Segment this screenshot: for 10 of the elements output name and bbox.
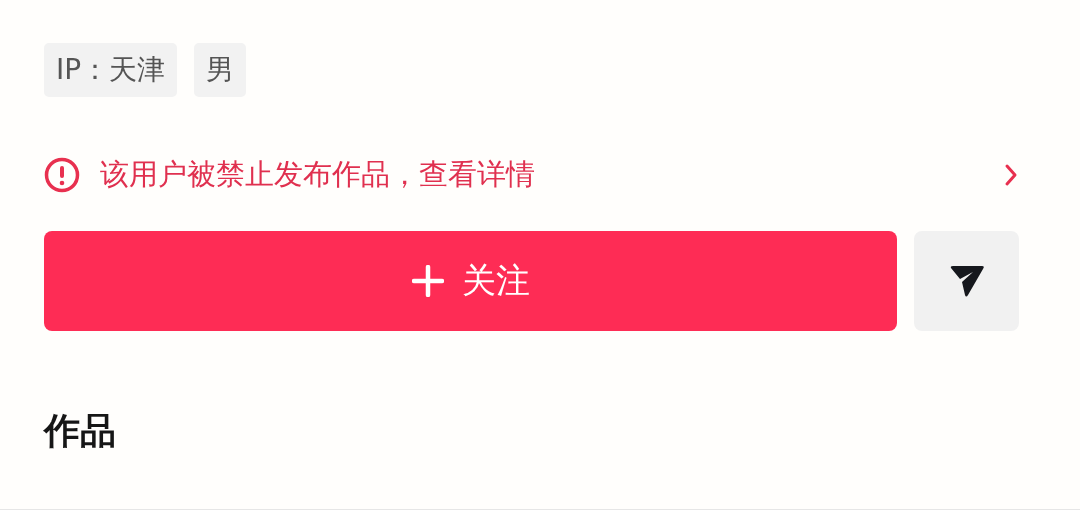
info-tag: IP：天津 <box>44 43 178 97</box>
alert-icon <box>44 157 80 193</box>
chevron-right-icon <box>1004 163 1018 187</box>
follow-button[interactable]: 关注 <box>44 231 897 331</box>
share-button[interactable] <box>914 231 1019 331</box>
ban-notice-link[interactable]: 该用户被禁止发布作品，查看详情 <box>44 155 1036 195</box>
notice-text: 该用户被禁止发布作品，查看详情 <box>100 156 536 193</box>
section-title: 作品 <box>44 409 117 453</box>
info-tag: 男 <box>194 43 247 97</box>
plus-icon <box>411 265 444 297</box>
